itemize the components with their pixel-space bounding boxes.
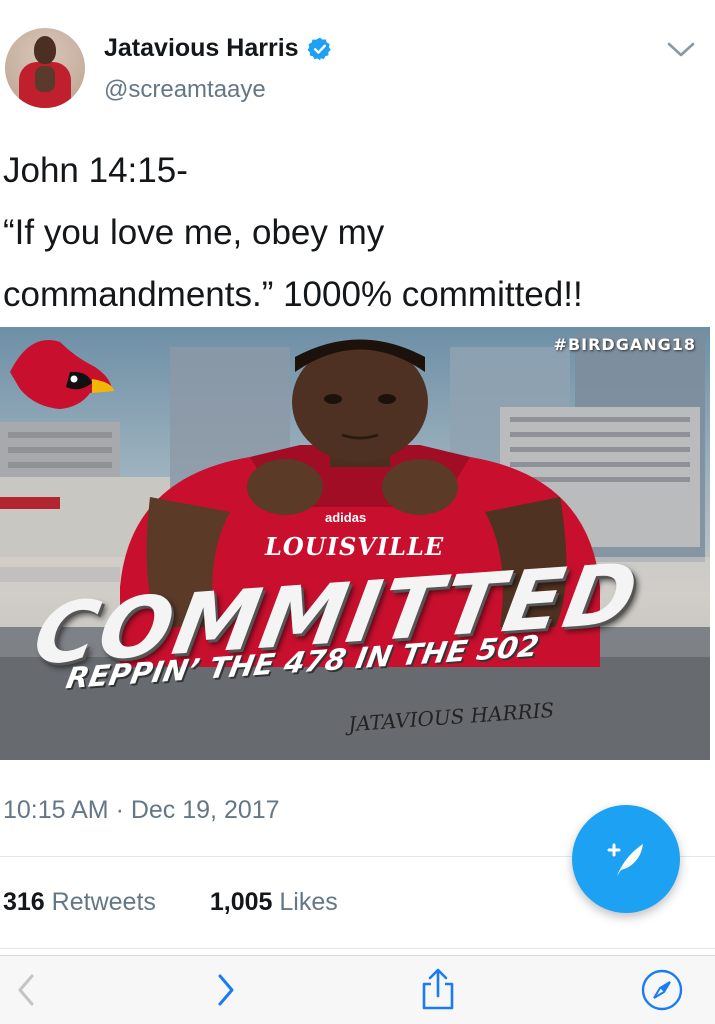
tweet-header: Jatavious Harris @screamtaaye — [0, 0, 715, 130]
retweets-count: 316 — [3, 888, 45, 916]
compose-tweet-button[interactable] — [572, 805, 680, 913]
open-in-safari-button[interactable] — [640, 968, 684, 1012]
likes-stat[interactable]: 1,005 Likes — [210, 888, 338, 917]
tweet-text: John 14:15- “If you love me, obey my com… — [3, 140, 703, 326]
author-handle[interactable]: @screamtaaye — [104, 76, 266, 104]
cardinal-logo-icon — [10, 340, 114, 409]
author-display-name[interactable]: Jatavious Harris — [104, 34, 299, 63]
author-name-row[interactable]: Jatavious Harris — [104, 34, 333, 63]
media-hashtag: #BIRDGANG18 — [553, 335, 696, 354]
chevron-left-icon — [18, 974, 34, 1006]
share-button[interactable] — [416, 968, 460, 1012]
compass-icon — [641, 969, 683, 1011]
retweets-label: Retweets — [51, 888, 156, 916]
tweet-text-line: commandments.” 1000% committed!! — [3, 275, 583, 314]
tweet-stats: 316 Retweets 1,005 Likes — [3, 888, 338, 917]
chevron-right-icon — [218, 974, 234, 1006]
back-button[interactable] — [4, 968, 48, 1012]
tweet-text-line: John 14:15- — [3, 151, 188, 190]
share-icon — [422, 968, 454, 1010]
likes-count: 1,005 — [209, 888, 273, 916]
jersey-text: LOUISVILLE — [265, 532, 445, 561]
avatar[interactable] — [5, 28, 85, 108]
verified-badge-icon — [307, 37, 331, 60]
forward-button[interactable] — [204, 968, 248, 1012]
browser-toolbar — [0, 955, 715, 1024]
retweets-stat[interactable]: 316 Retweets — [3, 888, 156, 917]
tweet-text-line: “If you love me, obey my — [3, 213, 385, 252]
divider — [0, 948, 715, 949]
jersey-brand: adidas — [325, 510, 367, 525]
chevron-down-icon[interactable] — [664, 38, 698, 62]
compose-quill-icon — [607, 843, 643, 876]
tweet-timestamp[interactable]: 10:15 AM · Dec 19, 2017 — [3, 796, 280, 825]
likes-label: Likes — [279, 888, 338, 916]
